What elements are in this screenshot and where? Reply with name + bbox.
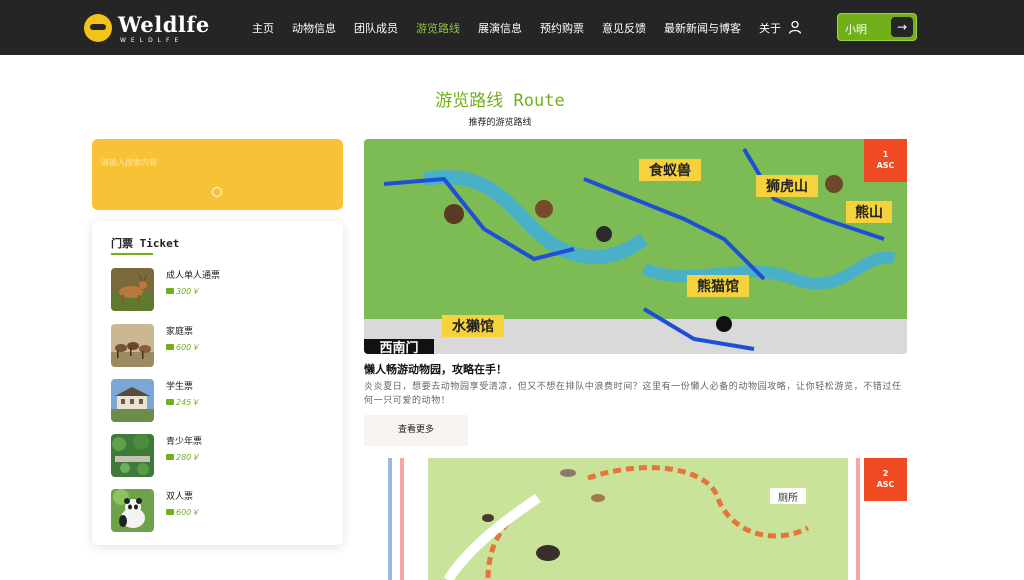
logo-icon	[84, 14, 112, 42]
map-label-tiger: 狮虎山	[765, 178, 808, 195]
badge-number: 2	[882, 469, 889, 478]
ticket-name: 学生票	[166, 382, 194, 392]
ticket-panel-title: 门票 Ticket	[111, 237, 180, 250]
ticket-item[interactable]: 家庭票 600￥	[111, 324, 326, 368]
map-label-otter: 水獭馆	[452, 318, 494, 335]
route-title[interactable]: 懒人畅游动物园，攻略在手！	[364, 361, 507, 377]
ticket-thumbnail-deer-herd	[111, 324, 154, 367]
map-label-panda: 熊猫馆	[697, 278, 739, 295]
ticket-panel: 门票 Ticket 成人单人通票 300￥ 家庭票 600￥ 学生票 245￥ …	[92, 221, 343, 545]
sort-badge: 1 ASC	[864, 139, 907, 182]
top-navbar: Weldlfe WELDLFE 主页 动物信息 团队成员 游览路线 展演信息 预…	[0, 0, 1024, 55]
page-title: 游览路线 Route	[435, 91, 565, 111]
search-panel	[92, 139, 343, 210]
ticket-thumbnail-panda	[111, 489, 154, 532]
nav-item-tickets[interactable]: 预约购票	[540, 20, 584, 36]
ticket-price: 600￥	[166, 342, 199, 353]
route-map-image[interactable]: 食蚁兽 狮虎山 熊山 熊猫馆 水獭馆 西南门	[364, 139, 907, 354]
nav-item-news[interactable]: 最新新闻与博客	[664, 20, 741, 36]
user-icon[interactable]	[788, 20, 802, 34]
ticket-price: 245￥	[166, 397, 199, 408]
brand-logo[interactable]: Weldlfe WELDLFE	[84, 12, 209, 44]
sort-badge: 2 ASC	[864, 458, 907, 501]
ticket-item[interactable]: 成人单人通票 300￥	[111, 268, 326, 312]
title-underline	[111, 253, 153, 255]
ticket-name: 双人票	[166, 492, 194, 502]
ticket-item[interactable]: 青少年票 280￥	[111, 434, 326, 478]
ticket-name: 青少年票	[166, 437, 203, 447]
ticket-item[interactable]: 双人票 600￥	[111, 489, 326, 533]
view-more-button[interactable]: 查看更多	[364, 415, 468, 446]
user-account-button[interactable]: 小明 →	[837, 13, 917, 41]
ticket-price: 280￥	[166, 452, 199, 463]
nav-item-shows[interactable]: 展演信息	[478, 20, 522, 36]
nav-item-feedback[interactable]: 意见反馈	[602, 20, 646, 36]
search-icon[interactable]	[212, 187, 222, 197]
nav-item-home[interactable]: 主页	[252, 20, 274, 36]
nav-item-team[interactable]: 团队成员	[354, 20, 398, 36]
ticket-price: 600￥	[166, 507, 199, 518]
nav-item-routes[interactable]: 游览路线	[416, 20, 460, 36]
ticket-thumbnail-building	[111, 379, 154, 422]
ticket-thumbnail-deer	[111, 268, 154, 311]
badge-number: 1	[882, 150, 889, 159]
ticket-thumbnail-park	[111, 434, 154, 477]
ticket-price: 300￥	[166, 286, 199, 297]
user-name: 小明	[845, 23, 867, 36]
map-label-gate: 西南门	[379, 340, 418, 354]
ticket-name: 家庭票	[166, 327, 194, 337]
ticket-name: 成人单人通票	[166, 271, 221, 281]
badge-text: ASC	[876, 161, 895, 170]
page-subtitle: 推荐的游览路线	[468, 118, 532, 128]
map-label-anteater: 食蚁兽	[649, 162, 691, 179]
nav-item-about[interactable]: 关于	[759, 20, 781, 36]
brand-name: Weldlfe	[118, 12, 210, 37]
main-nav: 主页 动物信息 团队成员 游览路线 展演信息 预约购票 意见反馈 最新新闻与博客…	[252, 0, 799, 55]
search-input[interactable]	[101, 153, 331, 171]
arrow-right-icon: →	[891, 17, 913, 37]
badge-text: ASC	[876, 480, 895, 489]
brand-subtitle: WELDLFE	[120, 37, 184, 44]
map-label-bear: 熊山	[855, 204, 883, 221]
route-description: 炎炎夏日，想要去动物园享受清凉，但又不想在排队中浪费时间？这里有一份懒人必备的动…	[364, 382, 902, 406]
route-map-image-2[interactable]: 厕所	[388, 458, 874, 580]
map-label-toilet: 厕所	[778, 492, 798, 504]
nav-item-animals[interactable]: 动物信息	[292, 20, 336, 36]
ticket-item[interactable]: 学生票 245￥	[111, 379, 326, 423]
